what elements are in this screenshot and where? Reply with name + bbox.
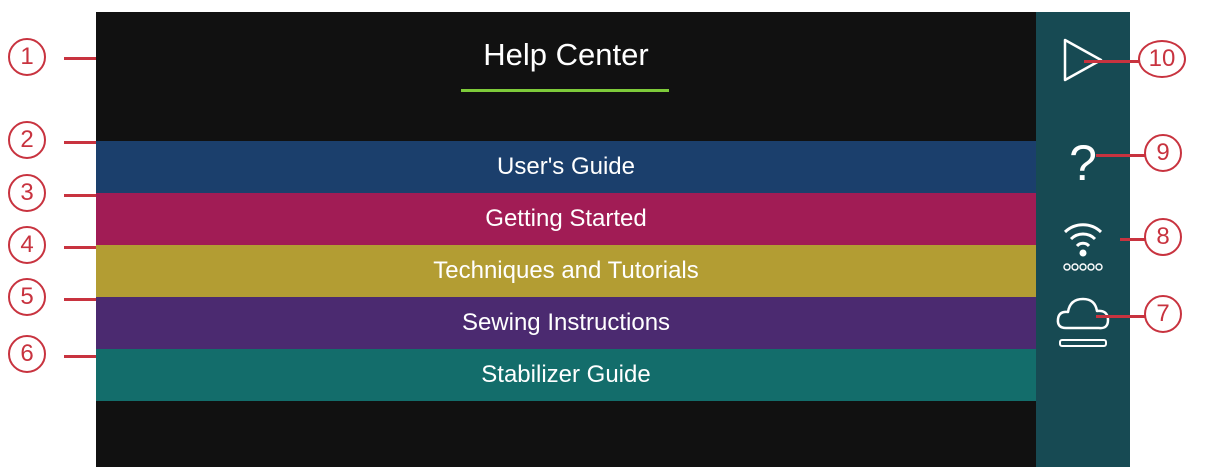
callout-leader — [64, 355, 96, 358]
callout-6: 6 — [8, 335, 46, 373]
callout-leader — [1084, 60, 1140, 63]
callout-leader — [64, 194, 96, 197]
question-mark-icon: ? — [1069, 135, 1097, 191]
callout-leader — [1096, 154, 1146, 157]
callout-leader — [64, 57, 96, 60]
callout-leader — [64, 298, 96, 301]
callout-5: 5 — [8, 278, 46, 316]
wifi-button[interactable] — [1036, 206, 1130, 278]
techniques-and-tutorials-button[interactable]: Techniques and Tutorials — [96, 245, 1036, 297]
stabilizer-guide-button[interactable]: Stabilizer Guide — [96, 349, 1036, 401]
wifi-icon — [1063, 223, 1103, 271]
page-title: Help Center — [483, 37, 649, 72]
getting-started-button[interactable]: Getting Started — [96, 193, 1036, 245]
callout-9: 9 — [1144, 134, 1182, 172]
sewing-instructions-button[interactable]: Sewing Instructions — [96, 297, 1036, 349]
callout-leader — [64, 141, 96, 144]
callout-leader — [1120, 238, 1146, 241]
callout-2: 2 — [8, 121, 46, 159]
help-button[interactable]: ? — [1036, 128, 1130, 198]
callout-3: 3 — [8, 174, 46, 212]
cloud-button[interactable] — [1036, 286, 1130, 356]
callout-4: 4 — [8, 226, 46, 264]
cloud-icon — [1056, 297, 1110, 347]
callout-10: 10 — [1138, 40, 1186, 78]
callout-leader — [64, 246, 96, 249]
callout-8: 8 — [1144, 218, 1182, 256]
callout-1: 1 — [8, 38, 46, 76]
users-guide-button[interactable]: User's Guide — [96, 141, 1036, 193]
callout-leader — [1096, 315, 1146, 318]
title-underline — [461, 89, 669, 92]
callout-7: 7 — [1144, 295, 1182, 333]
